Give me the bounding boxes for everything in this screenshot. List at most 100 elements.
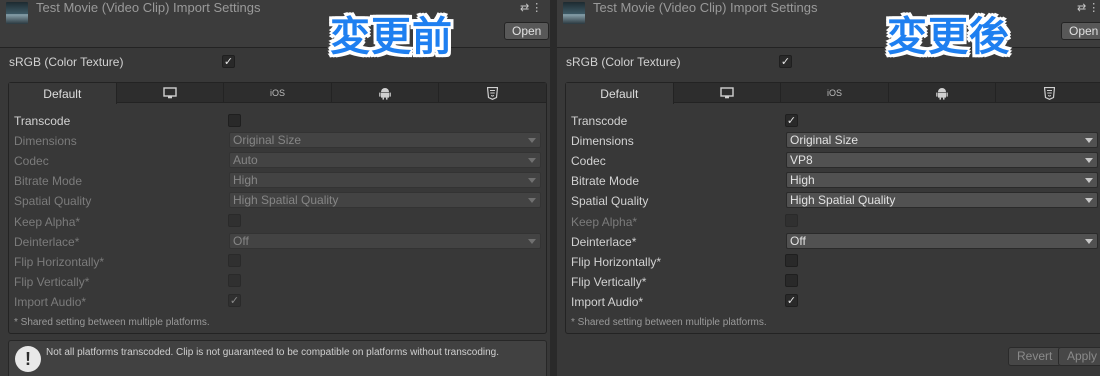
android-icon [936,87,948,100]
deinterlace-value: Off [790,234,806,248]
keep-alpha-checkbox [228,214,241,227]
import-audio-checkbox[interactable]: ✓ [785,294,798,307]
srgb-checkbox[interactable]: ✓ [779,55,792,68]
platform-settings: Default iOS Transcode ✓ Dimensions Origi… [565,82,1100,334]
window-title: Test Movie (Video Clip) Import Settings [593,0,818,15]
flip-horizontally-label: Flip Horizontally* [14,255,105,269]
bitrate-mode-dropdown: High [229,172,541,188]
bitrate-mode-label: Bitrate Mode [14,174,83,188]
codec-dropdown: Auto [229,152,541,168]
chevron-down-icon [528,158,536,163]
codec-dropdown[interactable]: VP8 [786,152,1098,168]
android-icon [379,87,391,100]
platform-tabs: Default iOS [9,83,546,104]
keep-alpha-label: Keep Alpha* [571,215,638,229]
keep-alpha-checkbox [785,214,798,227]
tab-ios-label: iOS [826,88,842,98]
tab-webgl[interactable] [439,83,546,103]
keep-alpha-label: Keep Alpha* [14,215,81,229]
codec-value: Auto [233,153,258,167]
open-button[interactable]: Open [504,22,550,40]
deinterlace-dropdown[interactable]: Off [786,233,1098,249]
spatial-quality-value: High Spatial Quality [790,193,896,207]
inspector-header: Test Movie (Video Clip) Import Settings … [0,0,550,60]
preset-icon[interactable]: ⇄ [520,2,531,14]
inspector-before: Test Movie (Video Clip) Import Settings … [0,0,550,376]
platform-tabs: Default iOS [566,83,1100,104]
preset-icon[interactable]: ⇄ [1077,2,1088,14]
import-audio-label: Import Audio* [571,295,644,309]
transcode-label: Transcode [14,114,71,128]
warning-icon: ! [15,346,41,372]
monitor-icon [163,87,177,99]
flip-vertically-checkbox[interactable] [785,274,798,287]
dimensions-value: Original Size [233,133,302,147]
spatial-quality-dropdown[interactable]: High Spatial Quality [786,192,1098,208]
dimensions-label: Dimensions [14,134,77,148]
tab-ios[interactable]: iOS [224,83,332,103]
deinterlace-label: Deinterlace* [571,235,637,249]
flip-horizontally-checkbox [228,254,241,267]
tab-default-label: Default [43,86,82,101]
tab-ios[interactable]: iOS [781,83,889,103]
tab-default[interactable]: Default [566,83,674,104]
inspector-header: Test Movie (Video Clip) Import Settings … [557,0,1100,60]
monitor-icon [720,87,734,99]
before-stamp: 変更前 [330,14,453,60]
open-button[interactable]: Open [1061,22,1100,40]
chevron-down-icon [528,178,536,183]
tab-default-label: Default [600,86,639,101]
apply-button[interactable]: Apply [1058,347,1100,366]
codec-value: VP8 [790,153,813,167]
import-audio-checkbox: ✓ [228,294,241,307]
warning-text: Not all platforms transcoded. Clip is no… [46,347,500,358]
srgb-checkbox[interactable]: ✓ [222,55,235,68]
tab-ios-label: iOS [269,88,285,98]
chevron-down-icon [1085,178,1093,183]
window-title: Test Movie (Video Clip) Import Settings [36,0,261,15]
deinterlace-value: Off [233,234,249,248]
transcode-checkbox[interactable]: ✓ [785,114,798,127]
html5-icon [1044,86,1056,100]
tab-webgl[interactable] [996,83,1100,103]
spatial-quality-label: Spatial Quality [571,194,649,208]
codec-label: Codec [571,154,606,168]
flip-horizontally-label: Flip Horizontally* [571,255,662,269]
tab-android[interactable] [889,83,997,103]
transcode-warning: ! Not all platforms transcoded. Clip is … [8,340,547,376]
platform-settings: Default iOS Transcode Dimensions Origina… [8,82,547,334]
header-icons: ⇄⋮ [1077,1,1100,14]
more-menu-icon[interactable]: ⋮ [531,2,544,14]
html5-icon [487,86,499,100]
tab-standalone[interactable] [117,83,225,103]
panel-divider [550,0,557,376]
tab-default[interactable]: Default [9,83,117,104]
chevron-down-icon [1085,198,1093,203]
header-icons: ⇄⋮ [520,1,544,14]
tab-android[interactable] [332,83,440,103]
dimensions-dropdown[interactable]: Original Size [786,132,1098,148]
srgb-label: sRGB (Color Texture) [566,55,681,69]
deinterlace-dropdown: Off [229,233,541,249]
dimensions-value: Original Size [790,133,859,147]
flip-horizontally-checkbox[interactable] [785,254,798,267]
dimensions-label: Dimensions [571,134,634,148]
flip-vertically-checkbox [228,274,241,287]
more-menu-icon[interactable]: ⋮ [1088,2,1100,14]
shared-setting-footnote: * Shared setting between multiple platfo… [14,317,210,328]
bitrate-mode-value: High [790,173,815,187]
bitrate-mode-label: Bitrate Mode [571,174,640,188]
chevron-down-icon [528,198,536,203]
dimensions-dropdown: Original Size [229,132,541,148]
chevron-down-icon [1085,239,1093,244]
transcode-label: Transcode [571,114,628,128]
bitrate-mode-dropdown[interactable]: High [786,172,1098,188]
transcode-checkbox[interactable] [228,114,241,127]
bitrate-mode-value: High [233,173,258,187]
video-thumbnail [6,2,28,24]
tab-standalone[interactable] [674,83,782,103]
revert-button[interactable]: Revert [1008,347,1062,366]
chevron-down-icon [1085,138,1093,143]
import-audio-label: Import Audio* [14,295,87,309]
shared-setting-footnote: * Shared setting between multiple platfo… [571,317,767,328]
